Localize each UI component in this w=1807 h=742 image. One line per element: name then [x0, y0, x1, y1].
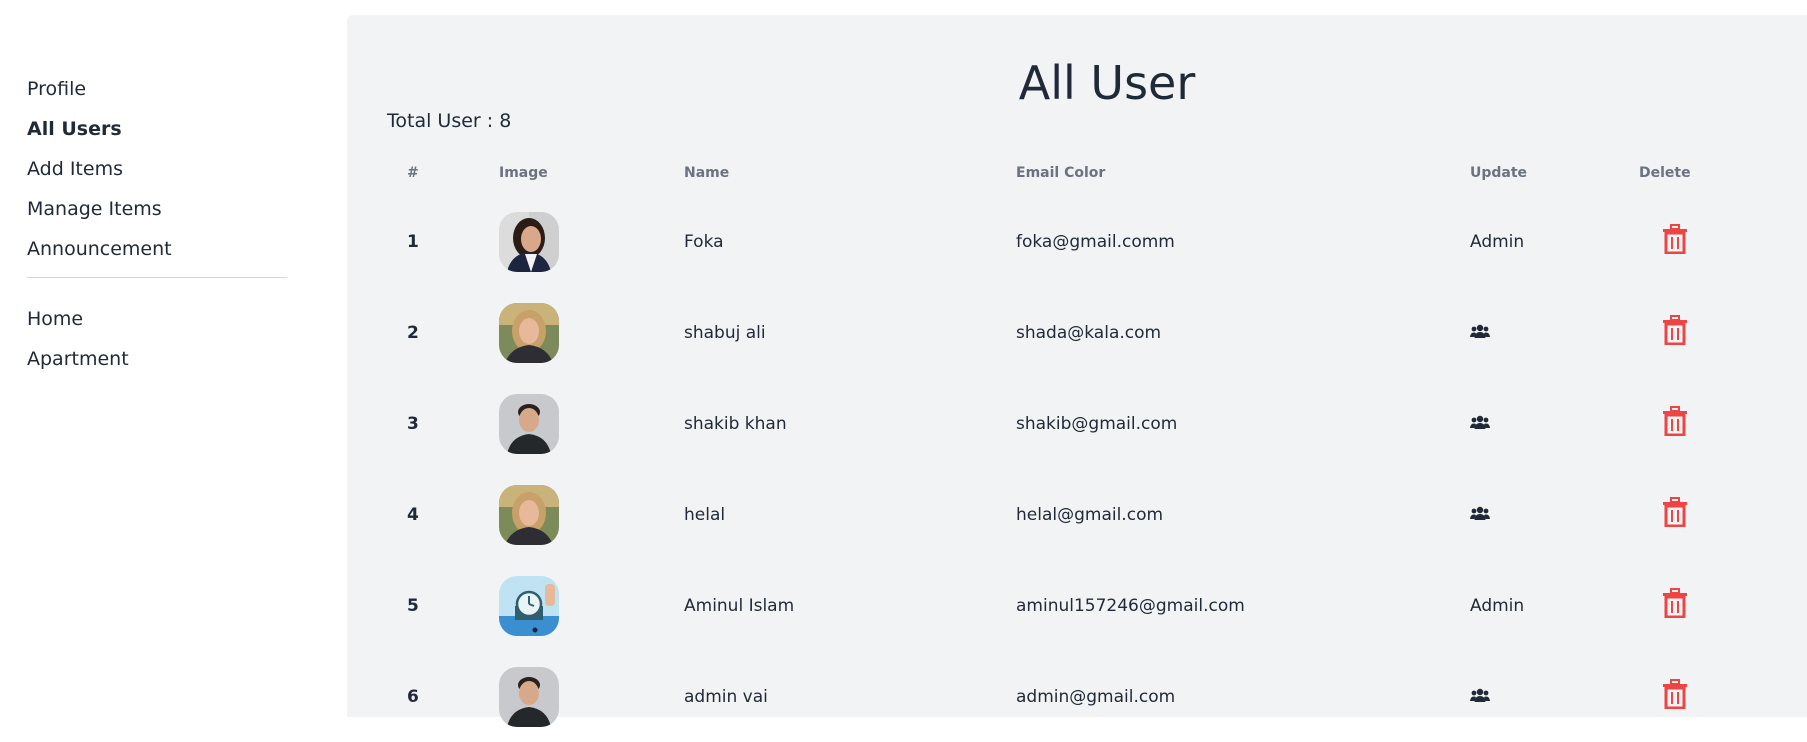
row-email: shakib@gmail.com: [1016, 413, 1178, 434]
trash-icon[interactable]: [1661, 315, 1689, 345]
trash-icon[interactable]: [1661, 679, 1689, 709]
trash-icon[interactable]: [1661, 406, 1689, 436]
row-name: admin vai: [684, 686, 768, 707]
avatar-woman-dark-hair: [499, 211, 559, 272]
sidebar-item-add-items[interactable]: Add Items: [27, 157, 287, 181]
trash-icon[interactable]: [1661, 588, 1689, 618]
total-users-label: Total User :: [387, 110, 494, 132]
row-index: 4: [407, 504, 419, 525]
row-index: 1: [407, 231, 419, 252]
total-users: Total User : 8: [387, 109, 511, 133]
row-index: 6: [407, 686, 419, 707]
sidebar-item-manage-items[interactable]: Manage Items: [27, 197, 287, 221]
row-name: Aminul Islam: [684, 595, 795, 616]
users-icon[interactable]: [1470, 688, 1490, 702]
row-index: 2: [407, 322, 419, 343]
avatar-man-dark-hair: [499, 393, 559, 454]
row-email: admin@gmail.com: [1016, 686, 1176, 707]
avatar-clock-illustration: [499, 575, 559, 636]
column-header-image: Image: [499, 165, 548, 181]
avatar-woman-blonde: [499, 484, 559, 545]
sidebar-item-all-users[interactable]: All Users: [27, 117, 287, 141]
table-row: 5 Aminul Islam aminul157246@gmail.com Ad…: [387, 560, 1807, 651]
column-header-update: Update: [1470, 165, 1528, 181]
main-content: All User Total User : 8 # Image Name Ema…: [347, 15, 1807, 727]
column-header-email: Email Color: [1016, 165, 1106, 181]
row-email: shada@kala.com: [1016, 322, 1162, 343]
sidebar-item-apartment[interactable]: Apartment: [27, 347, 287, 371]
column-header-index: #: [407, 165, 419, 181]
total-users-count: 8: [499, 110, 512, 132]
users-icon[interactable]: [1470, 506, 1490, 520]
row-name: Foka: [684, 231, 724, 252]
row-name: helal: [684, 504, 726, 525]
sidebar-item-announcement[interactable]: Announcement: [27, 237, 287, 261]
table-row: 3 shakib khan shakib@gmail.com: [387, 378, 1807, 469]
make-admin-button[interactable]: Admin: [1470, 232, 1524, 252]
page-title: All User: [1018, 56, 1196, 110]
column-header-delete: Delete: [1639, 165, 1691, 181]
sidebar: Profile All Users Add Items Manage Items…: [0, 0, 347, 717]
sidebar-nav: Profile All Users Add Items Manage Items…: [27, 77, 287, 387]
trash-icon[interactable]: [1661, 497, 1689, 527]
column-header-name: Name: [684, 165, 730, 181]
row-index: 5: [407, 595, 419, 616]
avatar-woman-blonde: [499, 302, 559, 363]
make-admin-button[interactable]: Admin: [1470, 596, 1524, 616]
users-icon[interactable]: [1470, 324, 1490, 338]
users-table-header: # Image Name Email Color Update Delete: [387, 150, 1807, 196]
table-row: 1 Foka foka@gmail.comm Admin: [387, 196, 1807, 287]
table-row: 6 admin vai admin@gmail.com: [387, 651, 1807, 742]
sidebar-item-home[interactable]: Home: [27, 307, 287, 331]
trash-icon[interactable]: [1661, 224, 1689, 254]
row-email: helal@gmail.com: [1016, 504, 1164, 525]
sidebar-item-profile[interactable]: Profile: [27, 77, 287, 101]
avatar-man-dark-hair: [499, 666, 559, 727]
table-row: 4 helal helal@gmail.com: [387, 469, 1807, 560]
row-email: aminul157246@gmail.com: [1016, 595, 1245, 616]
users-table: # Image Name Email Color Update Delete 1: [387, 150, 1807, 742]
table-row: 2 shabuj ali shada@kala.com: [387, 287, 1807, 378]
row-email: foka@gmail.comm: [1016, 231, 1175, 252]
row-name: shakib khan: [684, 413, 787, 434]
users-icon[interactable]: [1470, 415, 1490, 429]
row-name: shabuj ali: [684, 322, 766, 343]
sidebar-divider: [27, 277, 287, 278]
row-index: 3: [407, 413, 419, 434]
